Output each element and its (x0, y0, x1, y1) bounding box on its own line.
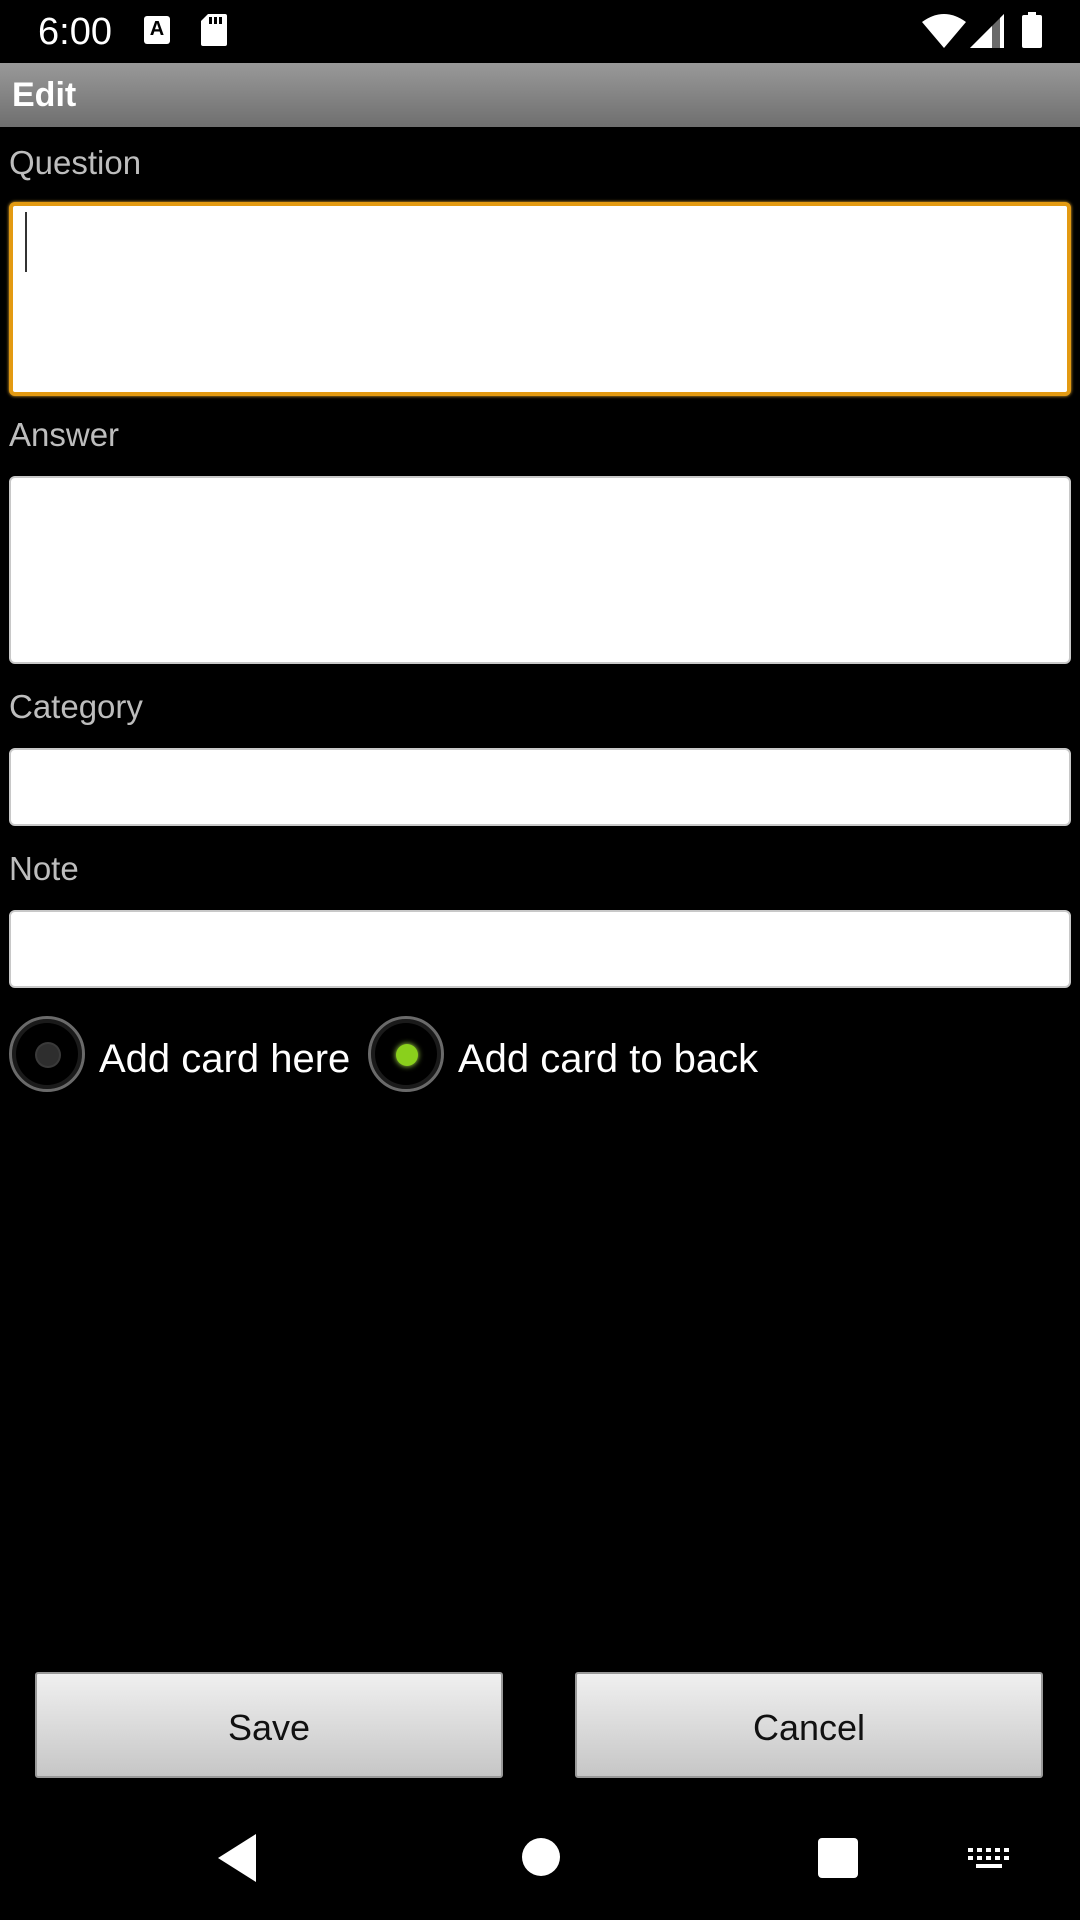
keyboard-a-icon: A (144, 16, 170, 44)
cell-signal-icon (970, 14, 1004, 48)
radio-button-checked-icon (368, 1016, 444, 1092)
navigation-bar (0, 1800, 1080, 1920)
recents-icon[interactable] (818, 1838, 858, 1878)
status-time: 6:00 (38, 11, 112, 53)
answer-label: Answer (9, 416, 120, 453)
action-bar: Edit (0, 63, 1080, 127)
screen: 6:00 A Edit Question Answer Category Not… (0, 0, 1080, 1920)
home-icon[interactable] (522, 1838, 560, 1876)
radio-add-card-here[interactable]: Add card here (9, 1016, 364, 1100)
question-label: Question (9, 144, 142, 181)
status-bar: 6:00 A (0, 0, 1080, 63)
cancel-button[interactable]: Cancel (575, 1672, 1043, 1778)
radio-add-card-to-back[interactable]: Add card to back (368, 1016, 780, 1100)
radio-add-card-here-label: Add card here (99, 1037, 351, 1081)
keyboard-icon[interactable] (968, 1848, 1010, 1870)
question-input[interactable] (9, 202, 1071, 396)
back-icon[interactable] (218, 1834, 256, 1882)
answer-input[interactable] (9, 476, 1071, 664)
note-label: Note (9, 850, 79, 887)
note-input[interactable] (9, 910, 1071, 988)
category-label: Category (9, 688, 143, 725)
save-button[interactable]: Save (35, 1672, 503, 1778)
battery-icon (1022, 12, 1042, 48)
text-caret (25, 212, 27, 272)
radio-add-card-to-back-label: Add card to back (458, 1037, 759, 1081)
category-input[interactable] (9, 748, 1071, 826)
sd-card-icon (201, 14, 227, 46)
action-bar-title: Edit (12, 76, 77, 114)
wifi-icon (922, 14, 966, 48)
radio-button-unchecked-icon (9, 1016, 85, 1092)
